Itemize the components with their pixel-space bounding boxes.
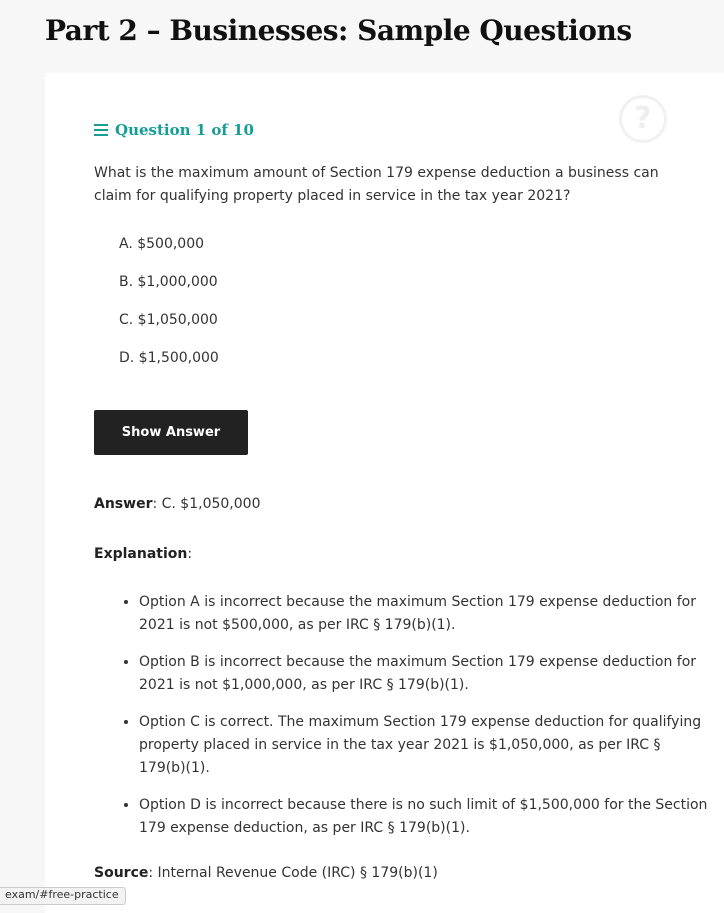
option-b[interactable]: B. $1,000,000 [119, 274, 218, 290]
status-bar-url: exam/#free-practice [0, 887, 126, 905]
explanation-colon: : [187, 546, 193, 562]
answer: Answer: C. $1,050,000 [94, 496, 260, 512]
answer-label: Answer [94, 496, 153, 512]
explanation-item: Option A is incorrect because the maximu… [139, 591, 709, 637]
explanation-item: Option B is incorrect because the maximu… [139, 651, 709, 697]
explanation-label: Explanation [94, 546, 188, 562]
source-label: Source [94, 865, 149, 881]
question-card: ? Question 1 of 10 What is the maximum a… [45, 73, 724, 913]
page-title: Part 2 – Businesses: Sample Questions [45, 14, 632, 47]
option-d[interactable]: D. $1,500,000 [119, 350, 219, 366]
show-answer-button[interactable]: Show Answer [94, 410, 248, 455]
help-icon[interactable]: ? [619, 95, 667, 143]
question-header[interactable]: Question 1 of 10 [94, 121, 254, 139]
source-value: : Internal Revenue Code (IRC) § 179(b)(1… [148, 865, 438, 881]
explanation-list: Option A is incorrect because the maximu… [120, 591, 709, 854]
source: Source: Internal Revenue Code (IRC) § 17… [94, 865, 438, 881]
answer-value: : C. $1,050,000 [152, 496, 261, 512]
option-c[interactable]: C. $1,050,000 [119, 312, 218, 328]
option-a[interactable]: A. $500,000 [119, 236, 204, 252]
menu-icon [94, 124, 108, 136]
explanation-item: Option D is incorrect because there is n… [139, 794, 709, 840]
question-counter: Question 1 of 10 [115, 121, 254, 139]
explanation-heading: Explanation: [94, 546, 192, 562]
explanation-item: Option C is correct. The maximum Section… [139, 711, 709, 780]
question-text: What is the maximum amount of Section 17… [94, 165, 659, 204]
